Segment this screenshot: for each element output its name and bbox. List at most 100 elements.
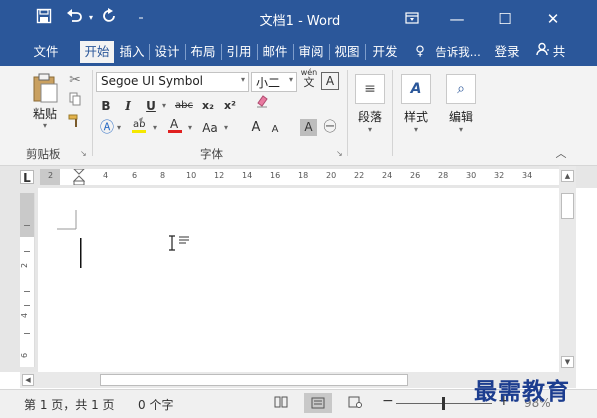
change-case-button[interactable]: Aa (199, 118, 221, 138)
font-color-icon[interactable]: A (165, 116, 185, 136)
redo-icon[interactable] (99, 8, 121, 28)
web-layout-icon[interactable] (348, 396, 362, 411)
subscript-button[interactable]: x₂ (199, 96, 217, 116)
styles-icon: A (401, 74, 431, 104)
zoom-slider-thumb[interactable] (442, 397, 445, 410)
ruler-number: 20 (326, 171, 337, 180)
scroll-down-icon[interactable]: ▼ (561, 356, 574, 368)
vertical-ruler[interactable]: 2 4 6 (20, 193, 35, 367)
collapse-ribbon-icon[interactable]: ︿ (552, 144, 570, 164)
scroll-thumb[interactable] (561, 193, 574, 219)
paste-button[interactable]: 粘贴 ▾ (28, 72, 62, 130)
svg-text:A: A (170, 117, 179, 131)
enclose-characters-button[interactable]: ㊀ (321, 118, 339, 138)
document-canvas[interactable] (38, 188, 559, 372)
tab-developer[interactable]: 开发 (368, 41, 402, 63)
scroll-left-icon[interactable]: ◀ (22, 374, 34, 386)
tab-view[interactable]: 视图 (332, 41, 362, 63)
tab-home[interactable]: 开始 (80, 41, 114, 63)
zoom-out-button[interactable]: − (382, 393, 394, 409)
horizontal-ruler[interactable]: 2 4 6 8 10 12 14 16 18 20 22 24 26 28 30… (40, 169, 560, 185)
tab-review[interactable]: 审阅 (296, 41, 326, 63)
undo-dropdown-icon[interactable]: ▾ (86, 8, 96, 28)
share-icon[interactable] (534, 41, 552, 63)
paragraph-button[interactable]: ≡ 段落 ▾ (352, 74, 388, 134)
strikethrough-button[interactable]: abc (172, 96, 196, 116)
shrink-font-button[interactable]: A (267, 120, 283, 140)
paragraph-label: 段落 (357, 110, 382, 124)
save-icon[interactable] (34, 8, 54, 28)
close-icon[interactable]: ✕ (533, 6, 573, 32)
group-separator (392, 70, 393, 156)
dialog-launcher-icon[interactable]: ↘ (336, 149, 345, 158)
group-separator (347, 70, 348, 156)
chevron-down-icon[interactable]: ▾ (221, 118, 231, 138)
ruler-tick (24, 291, 30, 292)
minimize-icon[interactable]: — (437, 6, 477, 32)
tab-insert[interactable]: 插入 (117, 41, 147, 63)
font-size-combo[interactable]: 小二 ▾ (251, 72, 297, 92)
sign-in-link[interactable]: 登录 (492, 41, 522, 63)
customize-qat-icon[interactable]: ₌ (134, 8, 148, 28)
copy-icon[interactable] (66, 92, 84, 112)
chevron-down-icon[interactable]: ▾ (150, 118, 160, 138)
phonetic-guide-button[interactable]: wén 文 (299, 68, 319, 88)
tab-mailings[interactable]: 邮件 (260, 41, 290, 63)
lightbulb-icon[interactable]: ♀ (414, 41, 426, 63)
character-border-button[interactable]: A (321, 72, 339, 90)
undo-icon[interactable] (64, 8, 86, 28)
clear-formatting-icon[interactable] (253, 94, 271, 114)
highlight-color-icon[interactable]: ab (128, 116, 150, 136)
ruler-number: 18 (298, 171, 309, 180)
superscript-button[interactable]: x² (221, 96, 239, 116)
share-button[interactable]: 共 (552, 41, 566, 63)
dialog-launcher-icon[interactable]: ↘ (80, 149, 89, 158)
svg-text:ab: ab (133, 119, 145, 130)
format-painter-icon[interactable] (66, 114, 84, 134)
character-shading-button[interactable]: A (300, 119, 317, 136)
tab-layout[interactable]: 布局 (188, 41, 218, 63)
tell-me-search[interactable]: 告诉我... (430, 41, 486, 63)
grow-font-button[interactable]: A (247, 118, 265, 138)
ribbon: 粘贴 ▾ ✂ 剪贴板 ↘ Segoe UI Symbol ▾ 小二 ▾ wén … (0, 66, 597, 166)
tab-separator (257, 44, 258, 60)
ruler-number: 22 (354, 171, 365, 180)
chevron-down-icon[interactable]: ▾ (159, 96, 169, 116)
scroll-thumb[interactable] (100, 374, 408, 386)
italic-button[interactable]: I (120, 96, 136, 116)
ribbon-display-icon[interactable] (392, 6, 432, 32)
page-count[interactable]: 第 1 页，共 1 页 (24, 396, 115, 413)
ruler-number: 4 (20, 312, 30, 319)
chevron-down-icon[interactable]: ▾ (185, 118, 195, 138)
tab-selector[interactable]: L (20, 170, 34, 185)
indent-marker-icon[interactable] (73, 169, 85, 185)
editing-button[interactable]: ⌕ 编辑 ▾ (443, 74, 479, 134)
align-icon: ≡ (355, 74, 385, 104)
tab-design[interactable]: 设计 (152, 41, 182, 63)
print-layout-icon[interactable] (304, 393, 332, 413)
chevron-down-icon[interactable]: ▾ (28, 122, 62, 130)
font-name-value: Segoe UI Symbol (101, 74, 203, 88)
font-name-combo[interactable]: Segoe UI Symbol ▾ (96, 72, 249, 92)
tab-references[interactable]: 引用 (224, 41, 254, 63)
maximize-icon[interactable]: ☐ (485, 6, 525, 32)
vertical-scrollbar[interactable]: ▲ ▼ (559, 166, 576, 372)
tab-file[interactable]: 文件 (28, 41, 64, 63)
cut-icon[interactable]: ✂ (66, 70, 84, 90)
scroll-up-icon[interactable]: ▲ (561, 170, 574, 182)
chevron-down-icon[interactable]: ▾ (114, 118, 124, 138)
ruler-number: 32 (494, 171, 505, 180)
bold-button[interactable]: B (98, 96, 114, 116)
ruler-number: 12 (214, 171, 225, 180)
chevron-down-icon[interactable]: ▾ (241, 75, 245, 84)
styles-button[interactable]: A 样式 ▾ (398, 74, 434, 134)
font-group-label: 字体 (200, 147, 223, 161)
word-count[interactable]: 0 个字 (138, 396, 173, 413)
underline-button[interactable]: U (143, 96, 159, 116)
chevron-down-icon[interactable]: ▾ (289, 75, 293, 84)
ruler-number: 10 (186, 171, 197, 180)
ruler-number: 2 (20, 262, 30, 269)
ruler-tick (24, 305, 30, 306)
ruler-number: 8 (160, 171, 166, 180)
read-mode-icon[interactable] (274, 396, 288, 411)
